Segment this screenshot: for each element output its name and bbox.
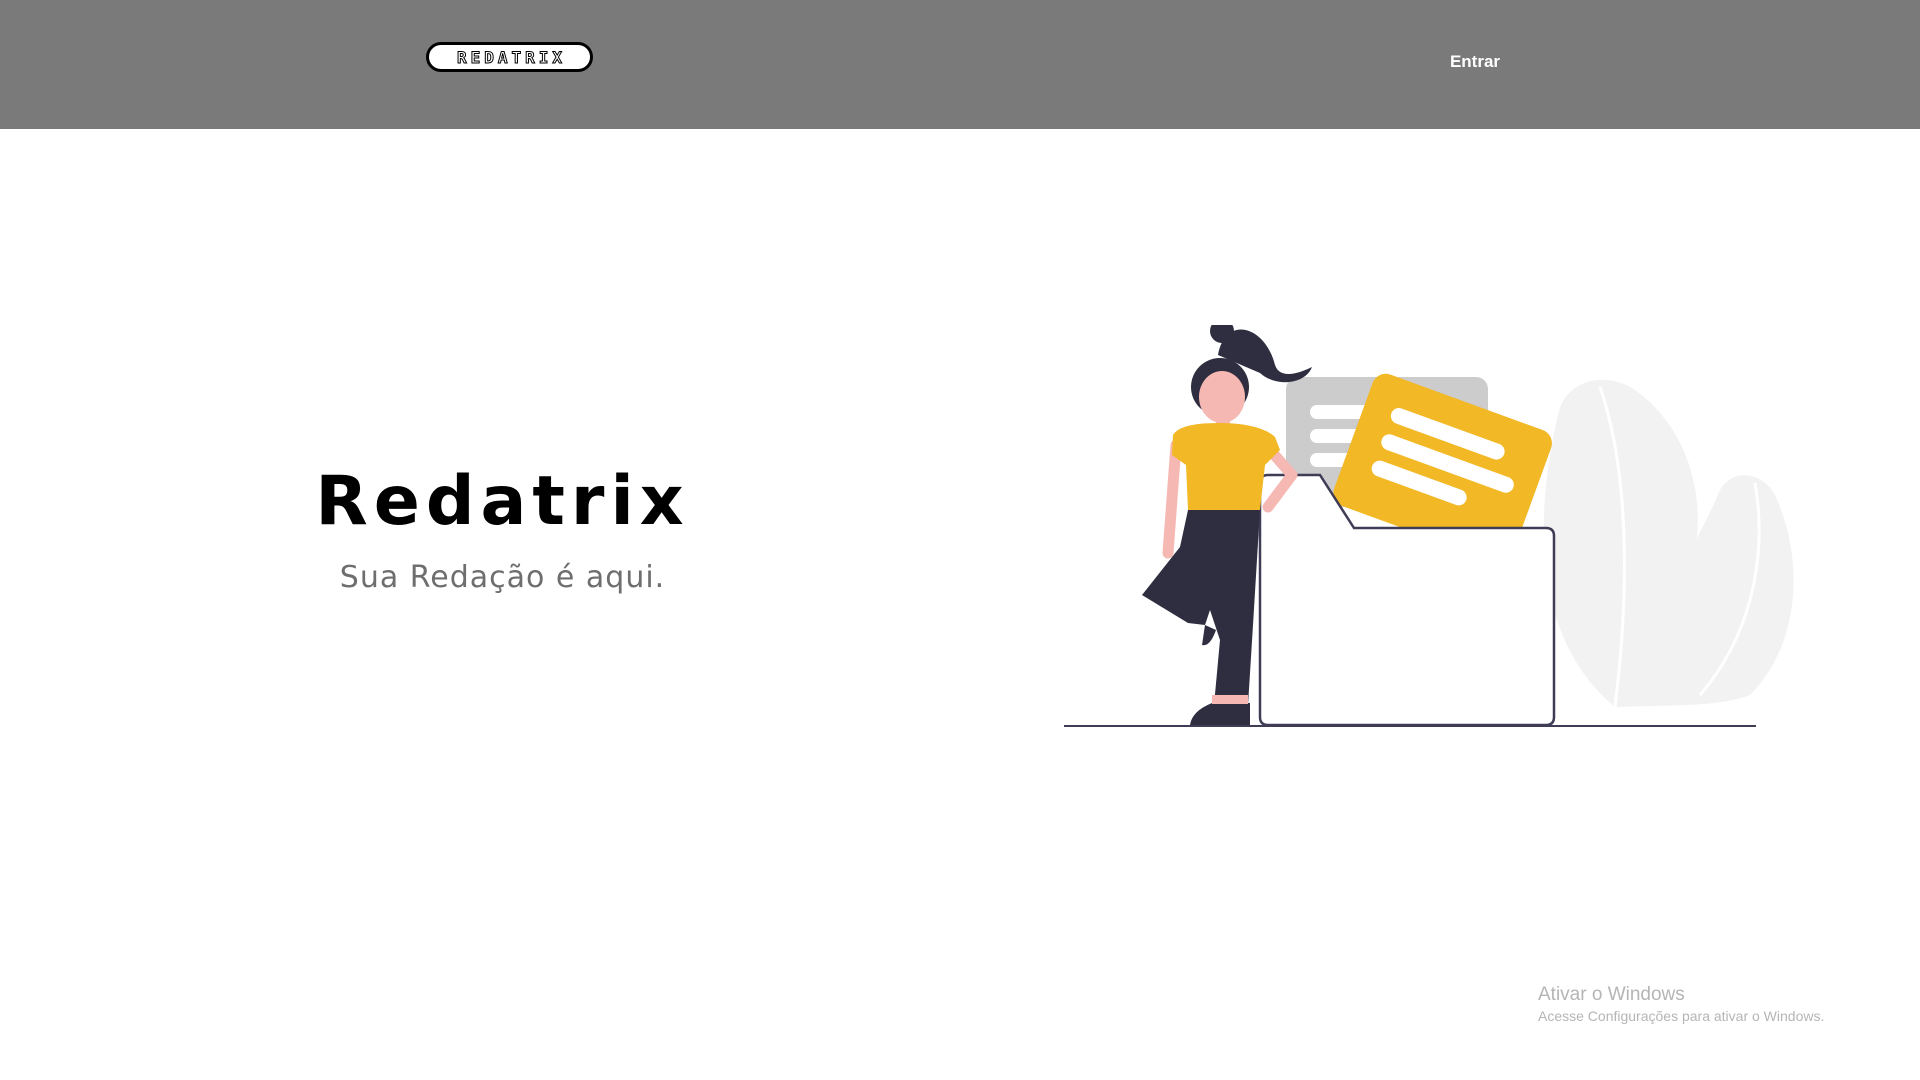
woman-with-folder-illustration <box>1064 325 1794 727</box>
hero-title: Redatrix <box>315 462 690 541</box>
watermark-subtitle: Acesse Configurações para ativar o Windo… <box>1538 1008 1825 1024</box>
top-navbar: REDATRIX Entrar <box>0 0 1920 129</box>
leaf-decoration-icon <box>1543 379 1794 708</box>
watermark-title: Ativar o Windows <box>1538 984 1685 1005</box>
logo-wordmark: REDATRIX <box>456 47 567 67</box>
hero-subtitle: Sua Redação é aqui. <box>339 560 666 595</box>
site-logo[interactable]: REDATRIX <box>426 42 593 72</box>
windows-activation-watermark: Ativar o Windows Acesse Configurações pa… <box>1538 983 1824 1025</box>
login-link[interactable]: Entrar <box>1400 52 1550 72</box>
